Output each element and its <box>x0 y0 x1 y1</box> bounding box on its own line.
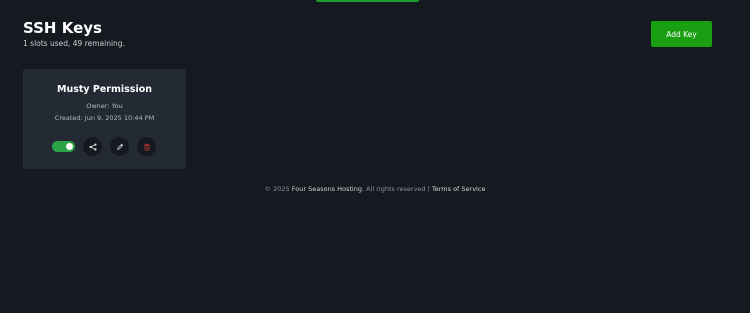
trash-icon <box>143 143 150 151</box>
page-title: SSH Keys <box>23 19 102 37</box>
footer-company-link[interactable]: Four Seasons Hosting <box>292 185 362 193</box>
pencil-icon <box>116 143 123 150</box>
share-key-button[interactable] <box>83 137 102 156</box>
top-accent-bar <box>316 0 419 2</box>
toggle-knob <box>66 143 73 150</box>
ssh-key-card: Musty Permission Owner: You Created: Jun… <box>23 69 186 169</box>
key-owner: Owner: You <box>86 102 123 110</box>
page-footer: © 2025 Four Seasons Hosting. All rights … <box>0 185 750 193</box>
slots-usage-text: 1 slots used, 49 remaining. <box>23 39 125 48</box>
terms-of-service-link[interactable]: Terms of Service <box>432 185 486 193</box>
edit-key-button[interactable] <box>110 137 129 156</box>
add-key-button[interactable]: Add Key <box>651 21 712 47</box>
share-icon <box>88 142 97 151</box>
footer-rights-text: . All rights reserved | <box>362 185 430 193</box>
delete-key-button[interactable] <box>137 137 156 156</box>
key-enabled-toggle[interactable] <box>52 141 75 152</box>
key-created-date: Created: Jun 9, 2025 10:44 PM <box>54 114 155 122</box>
page-header: SSH Keys 1 slots used, 49 remaining. <box>23 18 125 48</box>
key-name: Musty Permission <box>56 84 152 95</box>
footer-copyright: © 2025 <box>264 185 290 193</box>
